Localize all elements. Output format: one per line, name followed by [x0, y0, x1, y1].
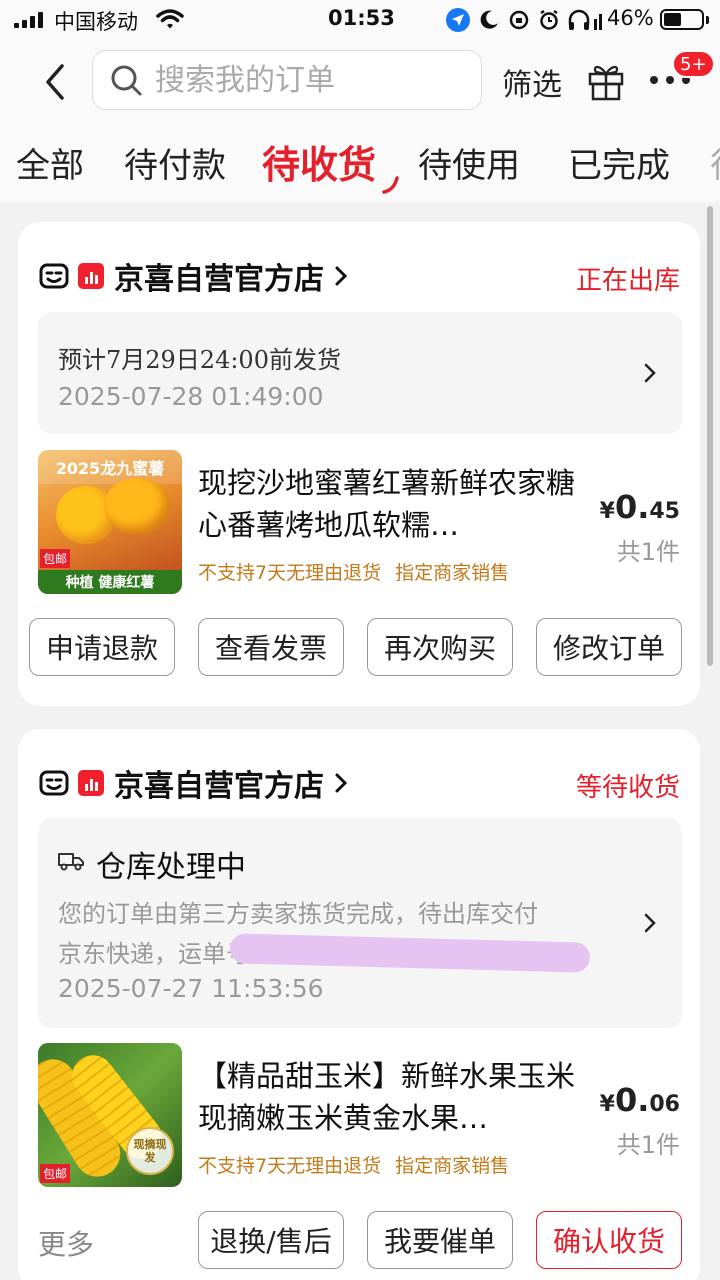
price-integer: 0. — [614, 1081, 650, 1119]
store-name: 京喜自营官方店 — [114, 262, 324, 297]
tab-pending-payment[interactable]: 待付款 — [124, 138, 226, 187]
return-exchange-button[interactable]: 退换/售后 — [198, 1211, 344, 1269]
price-decimal: 06 — [649, 1092, 680, 1117]
store-icon — [39, 770, 69, 796]
product-image[interactable]: 现摘现发 包邮 — [38, 1043, 182, 1187]
moon-icon — [480, 10, 498, 29]
logistics-desc-line1: 您的订单由第三方卖家拣货完成，待出库交付 — [58, 900, 538, 928]
tab-all[interactable]: 全部 — [16, 138, 84, 187]
product-price: ¥0.06 — [600, 1081, 680, 1119]
tag-designated-seller: 指定商家销售 — [395, 1155, 510, 1177]
store-name: 京喜自营官方店 — [114, 769, 324, 804]
search-input[interactable] — [155, 62, 475, 98]
jingxi-logo-icon — [78, 770, 104, 796]
ship-time: 2025-07-28 01:49:00 — [58, 382, 324, 411]
product-quantity: 共1件 — [616, 538, 680, 566]
filter-button[interactable]: 筛选 — [502, 60, 562, 104]
store-row[interactable]: 京喜自营官方店 — [38, 761, 348, 805]
image-footer: 种植 健康红薯 — [38, 570, 182, 594]
status-bar: 中国移动 01:53 46% — [0, 0, 720, 40]
tab-pending-receipt[interactable]: 待收货 — [262, 134, 376, 189]
clock: 01:53 — [328, 6, 395, 30]
headphones-icon — [568, 9, 602, 30]
ship-estimate: 预计7月29日24:00前发货 — [58, 346, 341, 374]
battery-icon — [660, 9, 704, 30]
battery-cap — [706, 16, 709, 24]
gift-icon[interactable] — [586, 60, 626, 102]
view-invoice-button[interactable]: 查看发票 — [198, 618, 344, 676]
refund-button[interactable]: 申请退款 — [29, 618, 175, 676]
header: 筛选 5+ — [0, 40, 720, 122]
rotation-lock-icon — [509, 10, 529, 30]
image-banner: 2025龙九蜜薯 — [38, 450, 182, 484]
notification-badge: 5+ — [672, 50, 715, 78]
sweet-potato-flesh — [104, 478, 170, 534]
cell-signal-icon — [14, 12, 43, 28]
store-row[interactable]: 京喜自营官方店 — [38, 254, 348, 298]
battery-level — [664, 13, 681, 26]
tag-no-return: 不支持7天无理由退货 — [198, 562, 382, 584]
image-badge: 包邮 — [40, 549, 71, 568]
modify-order-button[interactable]: 修改订单 — [536, 618, 682, 676]
tag-designated-seller: 指定商家销售 — [395, 562, 510, 584]
product-title[interactable]: 现挖沙地蜜薯红薯新鲜农家糖心番薯烤地瓜软糯… — [198, 462, 578, 546]
tag-no-return: 不支持7天无理由退货 — [198, 1155, 382, 1177]
logistics-time: 2025-07-27 11:53:56 — [58, 974, 324, 1003]
search-icon — [111, 65, 142, 96]
product-quantity: 共1件 — [616, 1131, 680, 1159]
order-card[interactable]: 京喜自营官方店 正在出库 预计7月29日24:00前发货 2025-07-28 … — [18, 222, 700, 706]
battery-percent: 46% — [607, 6, 654, 30]
active-tab-indicator — [382, 176, 399, 194]
product-price: ¥0.45 — [600, 488, 680, 526]
chevron-right-icon — [644, 913, 656, 933]
order-tabs: 全部 待付款 待收货 待使用 已完成 待 — [0, 122, 720, 202]
scrollbar[interactable] — [707, 206, 713, 666]
order-status: 正在出库 — [575, 266, 680, 296]
carrier-name: 中国移动 — [54, 10, 138, 34]
chevron-right-icon — [644, 363, 656, 383]
truck-icon — [58, 853, 84, 871]
store-icon — [39, 263, 69, 289]
status-icons — [446, 8, 604, 32]
location-icon — [446, 8, 470, 32]
jingxi-logo-icon — [78, 263, 104, 289]
price-currency: ¥ — [599, 1092, 615, 1117]
image-badge: 包邮 — [40, 1164, 71, 1183]
chevron-right-icon — [335, 773, 348, 793]
search-box[interactable] — [92, 50, 482, 110]
product-image[interactable]: 2025龙九蜜薯 包邮 种植 健康红薯 — [38, 450, 182, 594]
order-card[interactable]: 京喜自营官方店 等待收货 仓库处理中 您的订单由第三方卖家拣货完成，待出库交付 … — [18, 729, 700, 1280]
wifi-icon — [156, 9, 184, 29]
tab-completed[interactable]: 已完成 — [568, 138, 670, 187]
price-integer: 0. — [614, 488, 650, 526]
tab-to-use[interactable]: 待使用 — [418, 138, 520, 187]
confirm-receipt-button[interactable]: 确认收货 — [536, 1211, 682, 1269]
urge-order-button[interactable]: 我要催单 — [367, 1211, 513, 1269]
fresh-picked-stamp: 现摘现发 — [126, 1127, 174, 1175]
back-arrow-icon[interactable] — [38, 60, 70, 104]
shipping-info[interactable]: 预计7月29日24:00前发货 2025-07-28 01:49:00 — [38, 312, 682, 434]
chevron-right-icon — [335, 266, 348, 286]
product-title[interactable]: 【精品甜玉米】新鲜水果玉米现摘嫩玉米黄金水果… — [198, 1055, 578, 1139]
logistics-info[interactable]: 仓库处理中 您的订单由第三方卖家拣货完成，待出库交付 京东快递，运单号为 202… — [38, 818, 682, 1028]
price-decimal: 45 — [649, 499, 680, 524]
order-status: 等待收货 — [575, 773, 680, 803]
alarm-icon — [540, 9, 558, 30]
product-tags: 不支持7天无理由退货 指定商家销售 — [198, 558, 509, 585]
warehouse-status: 仓库处理中 — [96, 850, 246, 885]
price-currency: ¥ — [599, 499, 615, 524]
product-tags: 不支持7天无理由退货 指定商家销售 — [198, 1151, 509, 1178]
buy-again-button[interactable]: 再次购买 — [367, 618, 513, 676]
more-actions-link[interactable]: 更多 — [38, 1223, 94, 1263]
redaction-mark — [229, 933, 591, 973]
tab-overflow[interactable]: 待 — [710, 138, 720, 187]
